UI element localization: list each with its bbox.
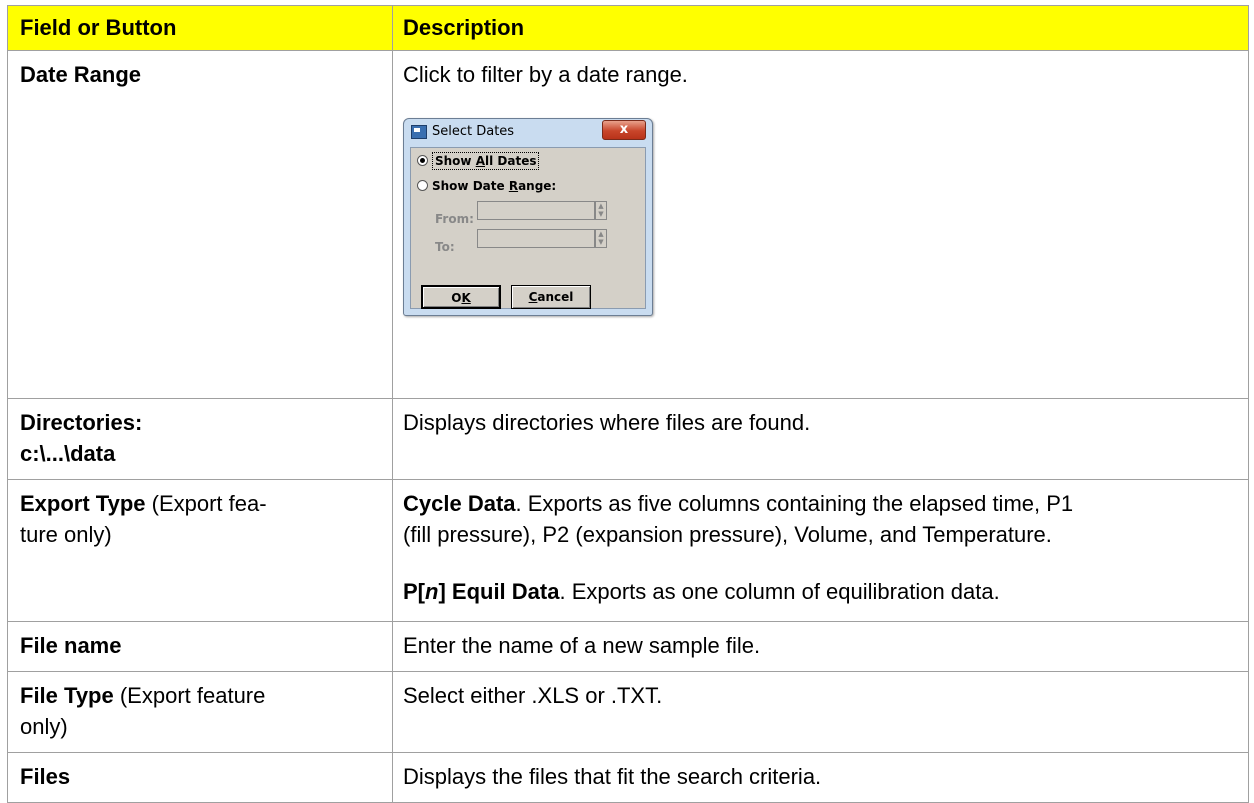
date-range-text: Click to filter by a date range. — [403, 62, 688, 87]
description-file-name: Enter the name of a new sample file. — [392, 621, 1249, 672]
cancel-button[interactable]: Cancel — [511, 285, 591, 309]
to-label: To: — [435, 240, 455, 254]
directories-path: c:\...\data — [20, 441, 116, 466]
table-header-row: Field or Button Description — [7, 5, 1249, 51]
description-files: Displays the files that fit the search c… — [392, 752, 1249, 803]
equil-text: . Exports as one column of equilibration… — [559, 579, 1000, 604]
equil-data-paragraph: P[n] Equil Data. Exports as one column o… — [403, 576, 1238, 607]
directories-label: Directories: — [20, 410, 143, 435]
field-files: Files — [7, 752, 393, 803]
radio-empty-icon — [417, 180, 428, 191]
file-type-note: (Export feature — [113, 683, 266, 708]
select-dates-dialog: Select Dates x Show All Dates Show Date … — [403, 118, 653, 316]
show-date-range-radio[interactable]: Show Date Range: — [417, 179, 556, 193]
spin-down-icon: ▼ — [598, 238, 604, 246]
cancel-post: ancel — [537, 290, 574, 304]
table-row-date-range: Date Range Click to filter by a date ran… — [7, 50, 1249, 399]
file-type-label: File Type — [20, 683, 114, 708]
show-all-post: ll Dates — [485, 154, 537, 168]
description-date-range: Click to filter by a date range. Select … — [392, 50, 1249, 399]
export-type-label: Export Type — [20, 491, 146, 516]
show-range-accel: R — [508, 179, 519, 193]
field-file-name: File name — [7, 621, 393, 672]
show-range-pre: Show Date — [432, 179, 509, 193]
field-date-range: Date Range — [7, 50, 393, 399]
show-all-dates-radio[interactable]: Show All Dates — [417, 152, 540, 170]
export-type-note: (Export fea- — [145, 491, 267, 516]
to-spinner[interactable]: ▲ ▼ — [595, 229, 607, 248]
spin-up-icon: ▲ — [598, 202, 604, 210]
description-directories: Displays directories where files are fou… — [392, 398, 1249, 480]
export-type-note-2: ture only) — [20, 522, 112, 547]
field-directories: Directories: c:\...\data — [7, 398, 393, 480]
spin-up-icon: ▲ — [598, 230, 604, 238]
table-row-file-type: File Type (Export feature only) Select e… — [7, 671, 1249, 753]
table-row-export-type: Export Type (Export fea- ture only) Cycl… — [7, 479, 1249, 622]
to-date-field[interactable] — [477, 229, 595, 248]
cycle-data-text-2: (fill pressure), P2 (expansion pressure)… — [403, 522, 1052, 547]
show-date-range-label: Show Date Range: — [432, 179, 556, 193]
description-export-type: Cycle Data. Exports as five columns cont… — [392, 479, 1249, 622]
ok-pre: O — [451, 291, 462, 305]
show-all-dates-label: Show All Dates — [432, 152, 540, 170]
table-row-file-name: File name Enter the name of a new sample… — [7, 621, 1249, 672]
from-spinner[interactable]: ▲ ▼ — [595, 201, 607, 220]
radio-selected-icon — [417, 155, 428, 166]
table-row-directories: Directories: c:\...\data Displays direct… — [7, 398, 1249, 480]
header-description: Description — [392, 5, 1249, 51]
equil-term-b: ] Equil Data — [438, 579, 560, 604]
field-file-type: File Type (Export feature only) — [7, 671, 393, 753]
spin-down-icon: ▼ — [598, 210, 604, 218]
cycle-data-paragraph: Cycle Data. Exports as five columns cont… — [403, 488, 1238, 550]
close-icon[interactable]: x — [602, 120, 646, 140]
cycle-data-term: Cycle Data — [403, 491, 516, 516]
show-all-pre: Show — [435, 154, 476, 168]
table-row-files: Files Displays the files that fit the se… — [7, 752, 1249, 803]
field-export-type: Export Type (Export fea- ture only) — [7, 479, 393, 622]
field-description-table: Field or Button Description Date Range C… — [7, 5, 1249, 803]
from-date-field[interactable] — [477, 201, 595, 220]
app-icon — [411, 125, 427, 139]
dialog-titlebar: Select Dates x — [404, 119, 652, 147]
dialog-title: Select Dates — [432, 124, 515, 139]
ok-button[interactable]: OK — [421, 285, 501, 309]
equil-term-a: P[ — [403, 579, 425, 604]
show-all-accel: A — [475, 154, 485, 168]
cycle-data-text-1: . Exports as five columns containing the… — [515, 491, 1074, 516]
show-range-post: ange: — [518, 179, 557, 193]
dialog-body: Show All Dates Show Date Range: From: ▲ ▼… — [410, 147, 646, 309]
ok-accel: K — [461, 291, 471, 305]
file-type-note-2: only) — [20, 714, 68, 739]
equil-term-n: n — [425, 579, 439, 604]
header-field-or-button: Field or Button — [7, 5, 393, 51]
from-label: From: — [435, 212, 474, 226]
description-file-type: Select either .XLS or .TXT. — [392, 671, 1249, 753]
